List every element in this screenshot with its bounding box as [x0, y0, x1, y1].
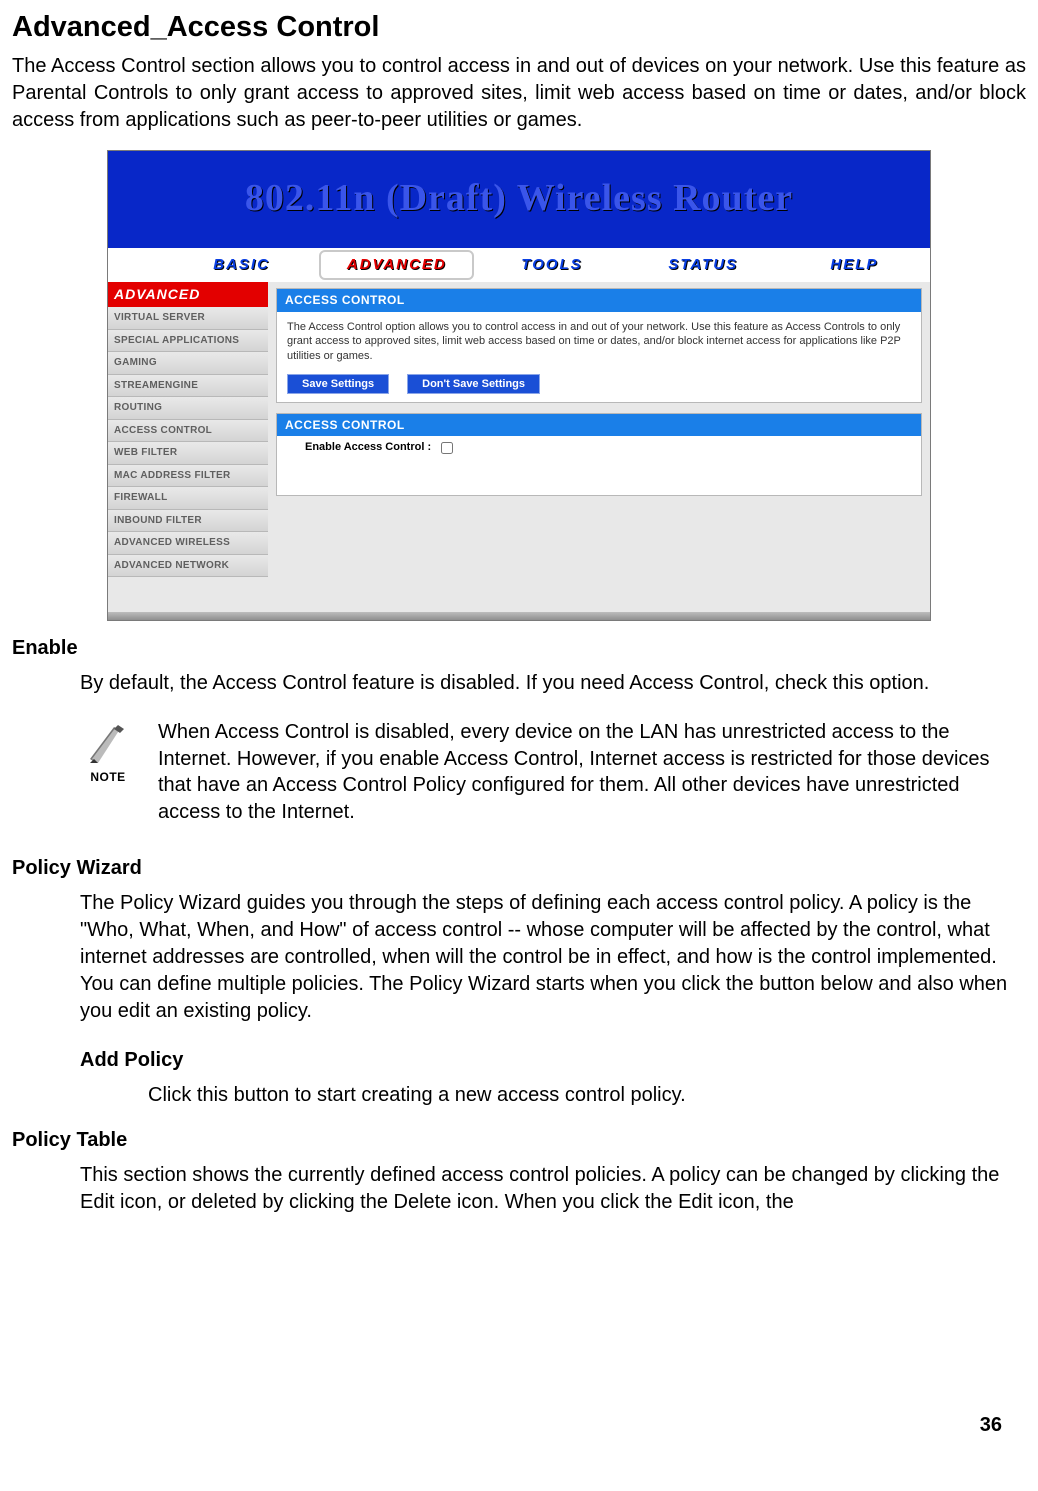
section-policy-table-label: Policy Table [12, 1127, 1026, 1154]
note-text: When Access Control is disabled, every d… [158, 719, 1026, 825]
tab-basic[interactable]: BASIC [166, 248, 317, 282]
screenshot-footer-bar [108, 612, 930, 620]
enable-access-control-checkbox[interactable] [441, 442, 453, 454]
sidebar-item-web-filter[interactable]: WEB FILTER [108, 442, 268, 465]
sidebar-item-virtual-server[interactable]: VIRTUAL SERVER [108, 307, 268, 330]
sidebar: ADVANCED VIRTUAL SERVER SPECIAL APPLICAT… [108, 282, 268, 612]
panel-access-control-info: ACCESS CONTROL The Access Control option… [276, 288, 922, 403]
panel-heading: ACCESS CONTROL [277, 414, 921, 436]
page-number: 36 [980, 1412, 1002, 1439]
tab-status[interactable]: STATUS [628, 248, 779, 282]
intro-paragraph: The Access Control section allows you to… [12, 53, 1026, 134]
tab-help[interactable]: HELP [779, 248, 930, 282]
page-title: Advanced_Access Control [12, 8, 1026, 47]
save-settings-button[interactable]: Save Settings [287, 374, 389, 394]
sidebar-item-advanced-network[interactable]: ADVANCED NETWORK [108, 555, 268, 578]
section-policy-table-body: This section shows the currently defined… [80, 1162, 1026, 1216]
sidebar-item-streamengine[interactable]: STREAMENGINE [108, 375, 268, 398]
sidebar-item-access-control[interactable]: ACCESS CONTROL [108, 420, 268, 443]
note-block: NOTE When Access Control is disabled, ev… [80, 719, 1026, 825]
router-banner: 802.11n (Draft) Wireless Router [108, 151, 930, 248]
section-add-policy-body: Click this button to start creating a ne… [148, 1082, 1026, 1109]
sidebar-item-advanced-wireless[interactable]: ADVANCED WIRELESS [108, 532, 268, 555]
dont-save-settings-button[interactable]: Don't Save Settings [407, 374, 540, 394]
note-icon: NOTE [80, 719, 136, 785]
sidebar-item-mac-address-filter[interactable]: MAC ADDRESS FILTER [108, 465, 268, 488]
sidebar-item-routing[interactable]: ROUTING [108, 397, 268, 420]
note-caption: NOTE [80, 769, 136, 785]
router-admin-screenshot: 802.11n (Draft) Wireless Router BASIC AD… [107, 150, 931, 621]
section-add-policy-label: Add Policy [80, 1047, 1026, 1074]
section-enable-body: By default, the Access Control feature i… [80, 670, 1026, 697]
sidebar-item-gaming[interactable]: GAMING [108, 352, 268, 375]
sidebar-item-special-applications[interactable]: SPECIAL APPLICATIONS [108, 330, 268, 353]
tab-tools[interactable]: TOOLS [476, 248, 627, 282]
sidebar-heading: ADVANCED [108, 282, 268, 307]
panel-heading: ACCESS CONTROL [277, 289, 921, 311]
section-policy-wizard-body: The Policy Wizard guides you through the… [80, 890, 1026, 1025]
sidebar-item-inbound-filter[interactable]: INBOUND FILTER [108, 510, 268, 533]
panel-access-control-enable: ACCESS CONTROL Enable Access Control : [276, 413, 922, 496]
tab-advanced[interactable]: ADVANCED [319, 250, 474, 280]
panel-description: The Access Control option allows you to … [287, 320, 911, 365]
sidebar-item-firewall[interactable]: FIREWALL [108, 487, 268, 510]
section-policy-wizard-label: Policy Wizard [12, 855, 1026, 882]
enable-access-control-label: Enable Access Control : [305, 440, 431, 455]
section-enable-label: Enable [12, 635, 1026, 662]
top-nav-tabs: BASIC ADVANCED TOOLS STATUS HELP [108, 248, 930, 282]
